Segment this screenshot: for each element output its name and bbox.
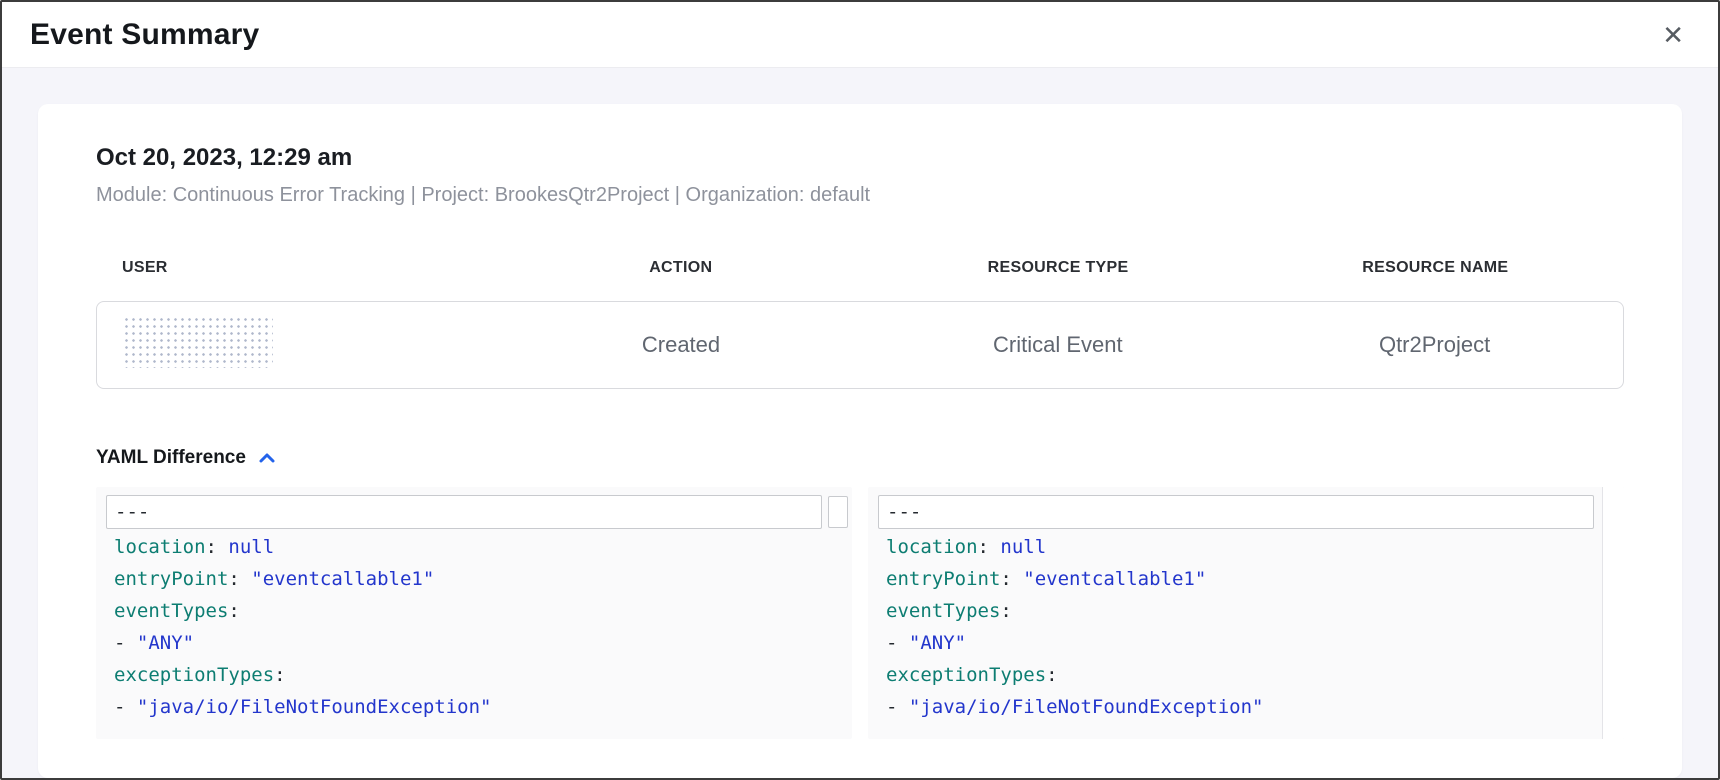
event-summary-modal: Event Summary ✕ Oct 20, 2023, 12:29 am M… [0, 0, 1720, 780]
yaml-code-right: ---location: nullentryPoint: "eventcalla… [868, 487, 1624, 731]
yaml-token-plain: : [206, 536, 229, 558]
yaml-token-val: "java/io/FileNotFoundException" [909, 696, 1264, 718]
cell-resource-name: Qtr2Project [1246, 332, 1623, 358]
yaml-token-key: exceptionTypes [886, 664, 1046, 686]
yaml-code-left: ---location: nullentryPoint: "eventcalla… [96, 487, 852, 731]
yaml-token-val: null [1000, 536, 1046, 558]
yaml-token-val: "java/io/FileNotFoundException" [137, 696, 492, 718]
yaml-token-key: entryPoint [114, 568, 228, 590]
yaml-line: entryPoint: "eventcallable1" [878, 563, 1594, 595]
yaml-token-plain: : [228, 600, 239, 622]
yaml-token-plain: - [114, 632, 137, 654]
yaml-token-key: eventTypes [114, 600, 228, 622]
close-button[interactable]: ✕ [1656, 18, 1690, 52]
column-header-resource-type: RESOURCE TYPE [869, 259, 1246, 277]
user-redacted-avatar [123, 316, 273, 368]
yaml-token-plain: - [886, 632, 909, 654]
yaml-line: - "ANY" [106, 627, 822, 659]
yaml-token-val: null [228, 536, 274, 558]
yaml-token-plain: : [1000, 600, 1011, 622]
yaml-token-plain: : [228, 568, 251, 590]
cell-user [97, 316, 493, 374]
yaml-line: - "ANY" [878, 627, 1594, 659]
yaml-token-val: "ANY" [137, 632, 194, 654]
yaml-token-val: "eventcallable1" [251, 568, 434, 590]
event-meta: Module: Continuous Error Tracking | Proj… [96, 184, 1624, 207]
yaml-difference-toggle[interactable]: YAML Difference [96, 447, 276, 469]
modal-body: Oct 20, 2023, 12:29 am Module: Continuou… [2, 68, 1718, 778]
yaml-line: location: null [878, 531, 1594, 563]
column-header-resource-name: RESOURCE NAME [1247, 259, 1624, 277]
modal-header: Event Summary ✕ [2, 2, 1718, 68]
yaml-line: exceptionTypes: [106, 659, 822, 691]
yaml-line: location: null [106, 531, 822, 563]
yaml-panel-left: ---location: nullentryPoint: "eventcalla… [96, 487, 852, 739]
yaml-token-key: location [114, 536, 206, 558]
table-header-row: USER ACTION RESOURCE TYPE RESOURCE NAME [96, 259, 1624, 277]
event-timestamp: Oct 20, 2023, 12:29 am [96, 144, 1624, 172]
yaml-line: exceptionTypes: [878, 659, 1594, 691]
yaml-line: entryPoint: "eventcallable1" [106, 563, 822, 595]
yaml-token-key: entryPoint [886, 568, 1000, 590]
event-card: Oct 20, 2023, 12:29 am Module: Continuou… [38, 104, 1682, 778]
yaml-line: eventTypes: [878, 595, 1594, 627]
yaml-line: --- [106, 495, 822, 529]
yaml-line: --- [878, 495, 1594, 529]
yaml-diff-container: ---location: nullentryPoint: "eventcalla… [96, 487, 1624, 739]
yaml-token-plain: : [274, 664, 285, 686]
yaml-difference-label: YAML Difference [96, 447, 246, 469]
cell-action: Created [493, 332, 870, 358]
yaml-token-plain: - [886, 696, 909, 718]
yaml-token-key: eventTypes [886, 600, 1000, 622]
yaml-token-key: location [886, 536, 978, 558]
yaml-token-key: exceptionTypes [114, 664, 274, 686]
modal-title: Event Summary [30, 18, 259, 52]
yaml-token-plain: : [978, 536, 1001, 558]
yaml-token-plain: : [1000, 568, 1023, 590]
yaml-token-val: "eventcallable1" [1023, 568, 1206, 590]
yaml-token-plain: --- [887, 501, 921, 523]
yaml-line: eventTypes: [106, 595, 822, 627]
yaml-token-plain: - [114, 696, 137, 718]
diff-scrollbar-track[interactable] [1602, 487, 1624, 739]
yaml-line: - "java/io/FileNotFoundException" [878, 691, 1594, 723]
yaml-token-val: "ANY" [909, 632, 966, 654]
close-icon: ✕ [1662, 20, 1684, 50]
column-header-user: USER [96, 259, 492, 277]
yaml-token-plain: --- [115, 501, 149, 523]
yaml-panel-right: ---location: nullentryPoint: "eventcalla… [868, 487, 1624, 739]
chevron-up-icon [258, 452, 276, 464]
column-header-action: ACTION [492, 259, 869, 277]
yaml-token-plain: : [1046, 664, 1057, 686]
table-row: Created Critical Event Qtr2Project [96, 301, 1624, 389]
diff-gutter-box [828, 496, 848, 528]
yaml-line: - "java/io/FileNotFoundException" [106, 691, 822, 723]
cell-resource-type: Critical Event [869, 332, 1246, 358]
